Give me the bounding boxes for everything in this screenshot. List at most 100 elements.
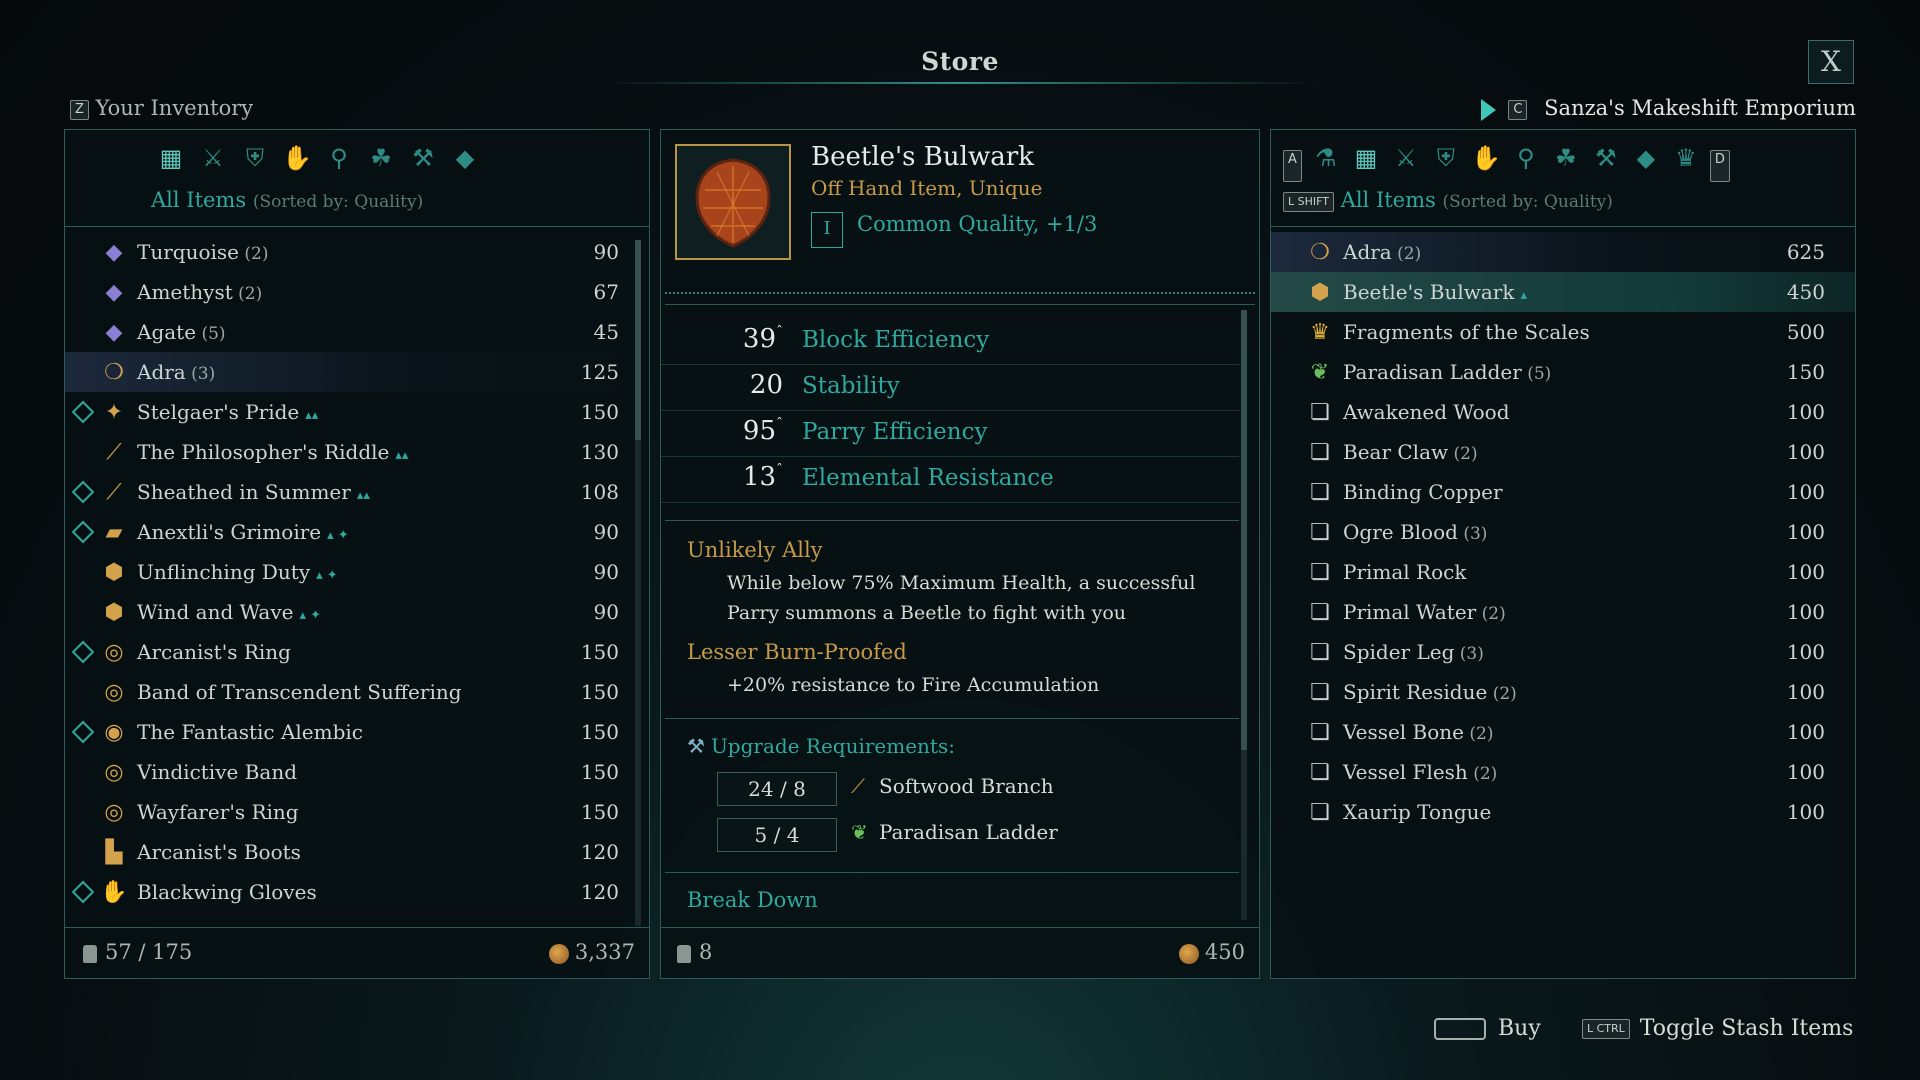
trait-description: While below 75% Maximum Health, a succes… <box>727 572 1196 594</box>
vendor-key-hint[interactable]: C <box>1508 99 1528 120</box>
scroll-icon: ❏ <box>1310 639 1330 665</box>
divider <box>1271 226 1855 227</box>
item-quantity: (2) <box>1476 604 1506 624</box>
gloves-icon[interactable]: ✋ <box>1470 142 1502 174</box>
page-title: Store <box>921 47 999 76</box>
armor-icon[interactable]: ⛨ <box>1430 142 1462 174</box>
inventory-key-hint[interactable]: Z <box>70 99 89 120</box>
shield-icon <box>695 158 771 248</box>
list-item[interactable]: ❏ Awakened Wood 100 <box>1271 392 1855 432</box>
gems-icon[interactable]: ◆ <box>449 142 481 174</box>
list-item[interactable]: ❏ Ogre Blood (3) 100 <box>1271 512 1855 552</box>
accessories-icon[interactable]: ⚲ <box>1510 142 1542 174</box>
item-label: Agate <box>137 320 197 344</box>
close-button[interactable]: X <box>1808 40 1854 84</box>
crown-icon[interactable]: ♛ <box>1670 142 1702 174</box>
armor-icon[interactable]: ⛨ <box>239 142 271 174</box>
detail-footer: 8 450 <box>661 927 1259 978</box>
list-item[interactable]: ◎ Vindictive Band 150 <box>65 752 649 792</box>
list-item[interactable]: ❏ Primal Rock 100 <box>1271 552 1855 592</box>
weapons-icon[interactable]: ⚔ <box>1390 142 1422 174</box>
list-item[interactable]: ◆ Amethyst (2) 67 <box>65 272 649 312</box>
stat-row: 95ˆ Parry Efficiency <box>661 410 1239 457</box>
item-tags: ▴ ✦ <box>327 528 349 543</box>
inventory-scrollbar[interactable] <box>635 240 641 926</box>
item-name: Vindictive Band <box>137 760 297 784</box>
gems-icon[interactable]: ◆ <box>1630 142 1662 174</box>
list-item[interactable]: ⬢ Unflinching Duty ▴ ✦ 90 <box>65 552 649 592</box>
item-price: 90 <box>593 240 619 264</box>
gloves-icon[interactable]: ✋ <box>281 142 313 174</box>
scroll-icon: ❏ <box>1310 439 1330 465</box>
next-tab-key[interactable]: D <box>1709 150 1730 182</box>
list-item[interactable]: ❏ Primal Water (2) 100 <box>1271 592 1855 632</box>
item-label: Vindictive Band <box>137 760 297 784</box>
list-item[interactable]: ❏ Bear Claw (2) 100 <box>1271 432 1855 472</box>
list-item[interactable]: ♛ Fragments of the Scales 500 <box>1271 312 1855 352</box>
list-item[interactable]: ❏ Binding Copper 100 <box>1271 472 1855 512</box>
list-item[interactable]: ◆ Turquoise (2) 90 <box>65 232 649 272</box>
upgrade-caret-icon: ˆ <box>776 462 783 478</box>
list-item[interactable]: ⬢ Wind and Wave ▴ ✦ 90 <box>65 592 649 632</box>
list-item[interactable]: ❦ Paradisan Ladder (5) 150 <box>1271 352 1855 392</box>
crafting-icon[interactable]: ⚒ <box>1590 142 1622 174</box>
prev-tab-key[interactable]: A <box>1283 150 1302 182</box>
consumables-icon[interactable]: ☘ <box>1550 142 1582 174</box>
list-item[interactable]: ❏ Spirit Residue (2) 100 <box>1271 672 1855 712</box>
detail-scrollbar[interactable] <box>1241 310 1247 920</box>
item-label: Turquoise <box>137 240 240 264</box>
item-name: Arcanist's Ring <box>137 640 291 664</box>
toggle-stash-action[interactable]: L CTRL Toggle Stash Items <box>1582 1016 1853 1041</box>
vendor-sort-label[interactable]: L SHIFT All Items (Sorted by: Quality) <box>1283 188 1613 212</box>
item-quantity: (5) <box>196 324 226 344</box>
all-items-icon[interactable]: ▦ <box>1350 142 1382 174</box>
ring-icon: ◎ <box>104 799 124 825</box>
inventory-sort-text: (Sorted by: Quality) <box>252 192 424 212</box>
item-price: 130 <box>580 440 619 464</box>
filter-key-hint[interactable]: L SHIFT <box>1283 191 1334 212</box>
potions-icon[interactable]: ⚗ <box>1310 142 1342 174</box>
list-item[interactable]: ◉ The Fantastic Alembic 150 <box>65 712 649 752</box>
list-item[interactable]: ◎ Arcanist's Ring 150 <box>65 632 649 672</box>
item-label: Arcanist's Boots <box>137 840 301 864</box>
list-item[interactable]: ◎ Band of Transcendent Suffering 150 <box>65 672 649 712</box>
break-down-title[interactable]: Break Down <box>687 888 818 912</box>
list-item[interactable]: ❍ Adra (2) 625 <box>1271 232 1855 272</box>
vendor-sort-text: (Sorted by: Quality) <box>1442 192 1613 212</box>
list-item[interactable]: ❏ Vessel Bone (2) 100 <box>1271 712 1855 752</box>
weapons-icon[interactable]: ⚔ <box>197 142 229 174</box>
list-item[interactable]: ⟋ The Philosopher's Riddle ▴▴ 130 <box>65 432 649 472</box>
vendor-title: Sanza's Makeshift Emporium <box>1544 96 1856 120</box>
inventory-sort-label[interactable]: All Items (Sorted by: Quality) <box>151 188 423 212</box>
scrollbar-thumb[interactable] <box>635 240 641 440</box>
list-item[interactable]: ⬢ Beetle's Bulwark ▴ 450 <box>1271 272 1855 312</box>
item-name: Blackwing Gloves <box>137 880 317 904</box>
list-item[interactable]: ◆ Agate (5) 45 <box>65 312 649 352</box>
list-item[interactable]: ❍ Adra (3) 125 <box>65 352 649 392</box>
list-item[interactable]: ✦ Stelgaer's Pride ▴▴ 150 <box>65 392 649 432</box>
store-title-bar: Store <box>0 40 1920 84</box>
gem-icon: ◆ <box>105 239 123 265</box>
consumables-icon[interactable]: ☘ <box>365 142 397 174</box>
list-item[interactable]: ✋ Blackwing Gloves 120 <box>65 872 649 912</box>
buy-action[interactable]: Buy <box>1434 1016 1541 1041</box>
crafting-icon[interactable]: ⚒ <box>407 142 439 174</box>
list-item[interactable]: ❏ Spider Leg (3) 100 <box>1271 632 1855 672</box>
item-label: Spirit Residue <box>1343 680 1488 704</box>
list-item[interactable]: ◎ Wayfarer's Ring 150 <box>65 792 649 832</box>
stat-label: Elemental Resistance <box>802 465 1054 491</box>
list-item[interactable]: ⟋ Sheathed in Summer ▴▴ 108 <box>65 472 649 512</box>
item-label: Primal Rock <box>1343 560 1467 584</box>
list-item[interactable]: ▰ Anextli's Grimoire ▴ ✦ 90 <box>65 512 649 552</box>
scrollbar-thumb[interactable] <box>1241 310 1247 750</box>
item-price: 100 <box>1786 560 1825 584</box>
item-label: Xaurip Tongue <box>1343 800 1492 824</box>
list-item[interactable]: ▙ Arcanist's Boots 120 <box>65 832 649 872</box>
accessories-icon[interactable]: ⚲ <box>323 142 355 174</box>
all-items-icon[interactable]: ▦ <box>155 142 187 174</box>
list-item[interactable]: ❏ Vessel Flesh (2) 100 <box>1271 752 1855 792</box>
stat-value: 39ˆ <box>742 324 783 354</box>
list-item[interactable]: ❏ Xaurip Tongue 100 <box>1271 792 1855 832</box>
item-name: Beetle's Bulwark ▴ <box>1343 280 1527 304</box>
vendor-category-icons: ⚗ ▦ ⚔ ⛨ ✋ ⚲ ☘ ⚒ ◆ ♛ <box>1310 142 1702 182</box>
